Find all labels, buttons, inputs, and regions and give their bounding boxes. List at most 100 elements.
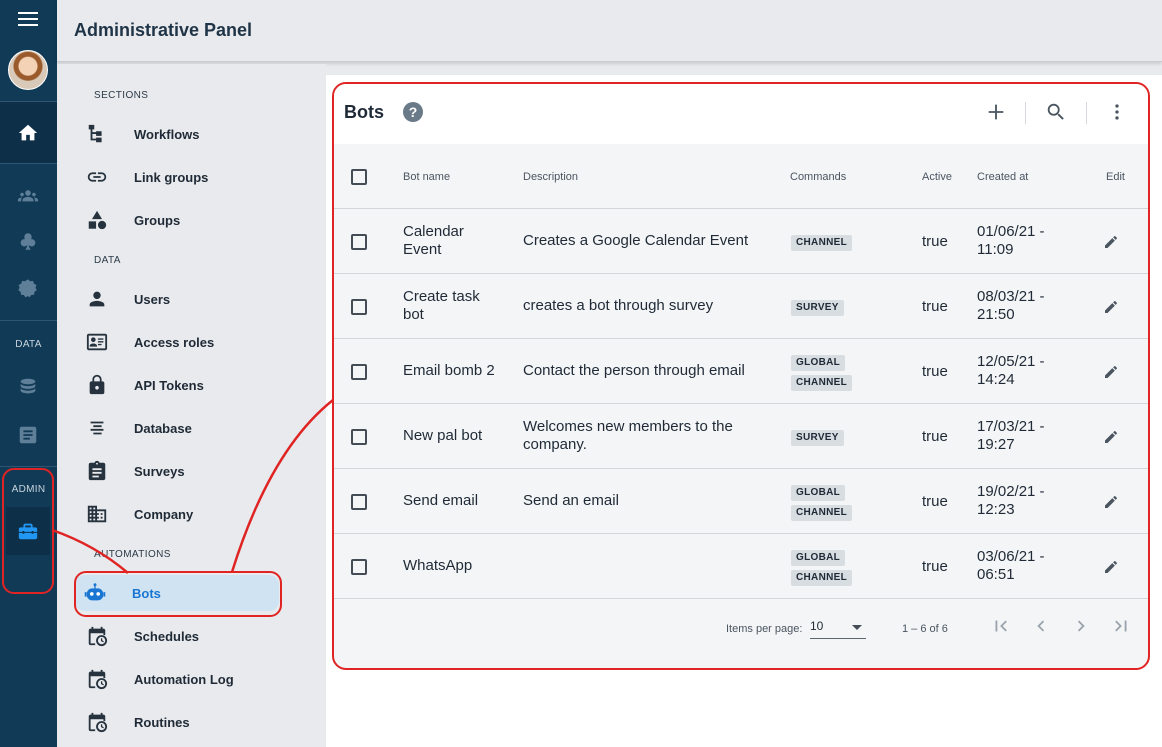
clipboard-icon: [77, 459, 117, 483]
active-value: true: [922, 298, 948, 315]
created-at: 01/06/21 -11:09: [977, 223, 1045, 258]
row-checkbox[interactable]: [351, 234, 367, 250]
row-checkbox[interactable]: [351, 494, 367, 510]
column-created-at[interactable]: Created at: [977, 171, 1028, 183]
first-page-icon[interactable]: [990, 615, 1012, 637]
toolbar-divider: [1086, 102, 1087, 124]
automations-heading: AUTOMATIONS: [94, 549, 171, 560]
table-row[interactable]: WhatsApp GLOBAL CHANNEL true 03/06/21 -0…: [334, 534, 1148, 599]
bot-description: Creates a Google Calendar Event: [523, 232, 749, 249]
people-icon[interactable]: [17, 184, 39, 206]
add-button[interactable]: [984, 100, 1008, 124]
home-icon[interactable]: [17, 122, 39, 144]
calendar-clock-icon: [77, 667, 117, 691]
bot-description: Send an email: [523, 492, 619, 509]
nav-item-label: Bots: [132, 585, 161, 601]
nav-item-access-roles[interactable]: Access roles: [77, 324, 317, 360]
calendar-clock-icon: [77, 710, 117, 734]
rail-data-label: DATA: [15, 339, 42, 350]
database-icon[interactable]: [17, 376, 39, 398]
table-row[interactable]: Calendar Event Creates a Google Calendar …: [334, 209, 1148, 274]
command-chip: GLOBAL: [791, 355, 846, 371]
row-checkbox[interactable]: [351, 364, 367, 380]
nav-item-schedules[interactable]: Schedules: [77, 618, 317, 654]
nav-item-label: Access roles: [134, 334, 215, 350]
menu-icon[interactable]: [18, 12, 38, 26]
bot-name: Create task bot: [403, 288, 480, 323]
edit-pencil-icon[interactable]: [1103, 364, 1119, 380]
nav-item-label: Workflows: [134, 126, 200, 142]
shapes-icon: [77, 208, 117, 232]
list-lines-icon: [77, 416, 117, 440]
toolbar-divider: [1025, 102, 1026, 124]
created-at: 19/02/21 -12:23: [977, 483, 1045, 518]
badge-icon[interactable]: [17, 278, 39, 300]
nav-item-groups[interactable]: Groups: [77, 202, 317, 238]
bot-description: Welcomes new members to the company.: [523, 418, 733, 453]
nav-item-api-tokens[interactable]: API Tokens: [77, 367, 317, 403]
next-page-icon[interactable]: [1070, 615, 1092, 637]
row-checkbox[interactable]: [351, 559, 367, 575]
nav-item-surveys[interactable]: Surveys: [77, 453, 317, 489]
command-chip: GLOBAL: [791, 550, 846, 566]
edit-pencil-icon[interactable]: [1103, 429, 1119, 445]
caret-down-icon: [852, 625, 862, 630]
row-checkbox[interactable]: [351, 299, 367, 315]
section-nav: SECTIONS Workflows Link groups Groups DA…: [57, 64, 326, 747]
nav-item-label: Automation Log: [134, 671, 234, 687]
building-icon: [77, 502, 117, 526]
nav-item-company[interactable]: Company: [77, 496, 317, 532]
previous-page-icon[interactable]: [1030, 615, 1052, 637]
created-at: 08/03/21 -21:50: [977, 288, 1045, 323]
rail-divider: [0, 466, 57, 467]
club-icon[interactable]: [17, 231, 39, 253]
calendar-clock-icon: [77, 624, 117, 648]
items-per-page-select[interactable]: 10: [810, 619, 866, 639]
search-button[interactable]: [1044, 100, 1068, 124]
edit-pencil-icon[interactable]: [1103, 299, 1119, 315]
table-row[interactable]: New pal bot Welcomes new members to the c…: [334, 404, 1148, 469]
column-edit: Edit: [1106, 171, 1125, 183]
column-commands[interactable]: Commands: [790, 171, 846, 183]
left-rail: DATA ADMIN: [0, 0, 57, 747]
edit-pencil-icon[interactable]: [1103, 559, 1119, 575]
nav-item-label: Routines: [134, 714, 190, 730]
edit-pencil-icon[interactable]: [1103, 234, 1119, 250]
card-toolbar: Bots ?: [334, 84, 1148, 144]
avatar[interactable]: [8, 50, 48, 90]
nav-item-label: Database: [134, 420, 192, 436]
help-icon[interactable]: ?: [403, 102, 423, 122]
column-bot-name[interactable]: Bot name: [403, 171, 450, 183]
nav-item-database[interactable]: Database: [77, 410, 317, 446]
nav-item-users[interactable]: Users: [77, 281, 317, 317]
last-page-icon[interactable]: [1110, 615, 1132, 637]
page-range: 1 – 6 of 6: [902, 623, 948, 635]
workflow-tree-icon: [77, 122, 117, 146]
document-icon[interactable]: [17, 424, 39, 446]
select-all-checkbox[interactable]: [351, 169, 367, 185]
command-chip: CHANNEL: [791, 505, 852, 521]
table-row[interactable]: Send email Send an email GLOBAL CHANNEL …: [334, 469, 1148, 534]
column-active[interactable]: Active: [922, 171, 952, 183]
created-at: 17/03/21 -19:27: [977, 418, 1045, 453]
nav-item-automation-log[interactable]: Automation Log: [77, 661, 317, 697]
more-options-button[interactable]: [1105, 100, 1129, 124]
page-title: Administrative Panel: [74, 20, 253, 40]
table-row[interactable]: Email bomb 2 Contact the person through …: [334, 339, 1148, 404]
rail-divider: [0, 320, 57, 321]
table-row[interactable]: Create task bot creates a bot through sur…: [334, 274, 1148, 339]
row-checkbox[interactable]: [351, 429, 367, 445]
nav-item-bots[interactable]: Bots: [75, 575, 279, 611]
active-value: true: [922, 363, 948, 380]
active-value: true: [922, 493, 948, 510]
nav-item-label: Users: [134, 291, 171, 307]
column-description[interactable]: Description: [523, 171, 578, 183]
nav-item-link-groups[interactable]: Link groups: [77, 159, 317, 195]
toolbox-icon[interactable]: [17, 520, 39, 542]
active-value: true: [922, 233, 948, 250]
nav-item-workflows[interactable]: Workflows: [77, 116, 317, 152]
nav-item-label: Surveys: [134, 463, 185, 479]
rail-divider: [0, 163, 57, 164]
nav-item-routines[interactable]: Routines: [77, 704, 317, 740]
edit-pencil-icon[interactable]: [1103, 494, 1119, 510]
